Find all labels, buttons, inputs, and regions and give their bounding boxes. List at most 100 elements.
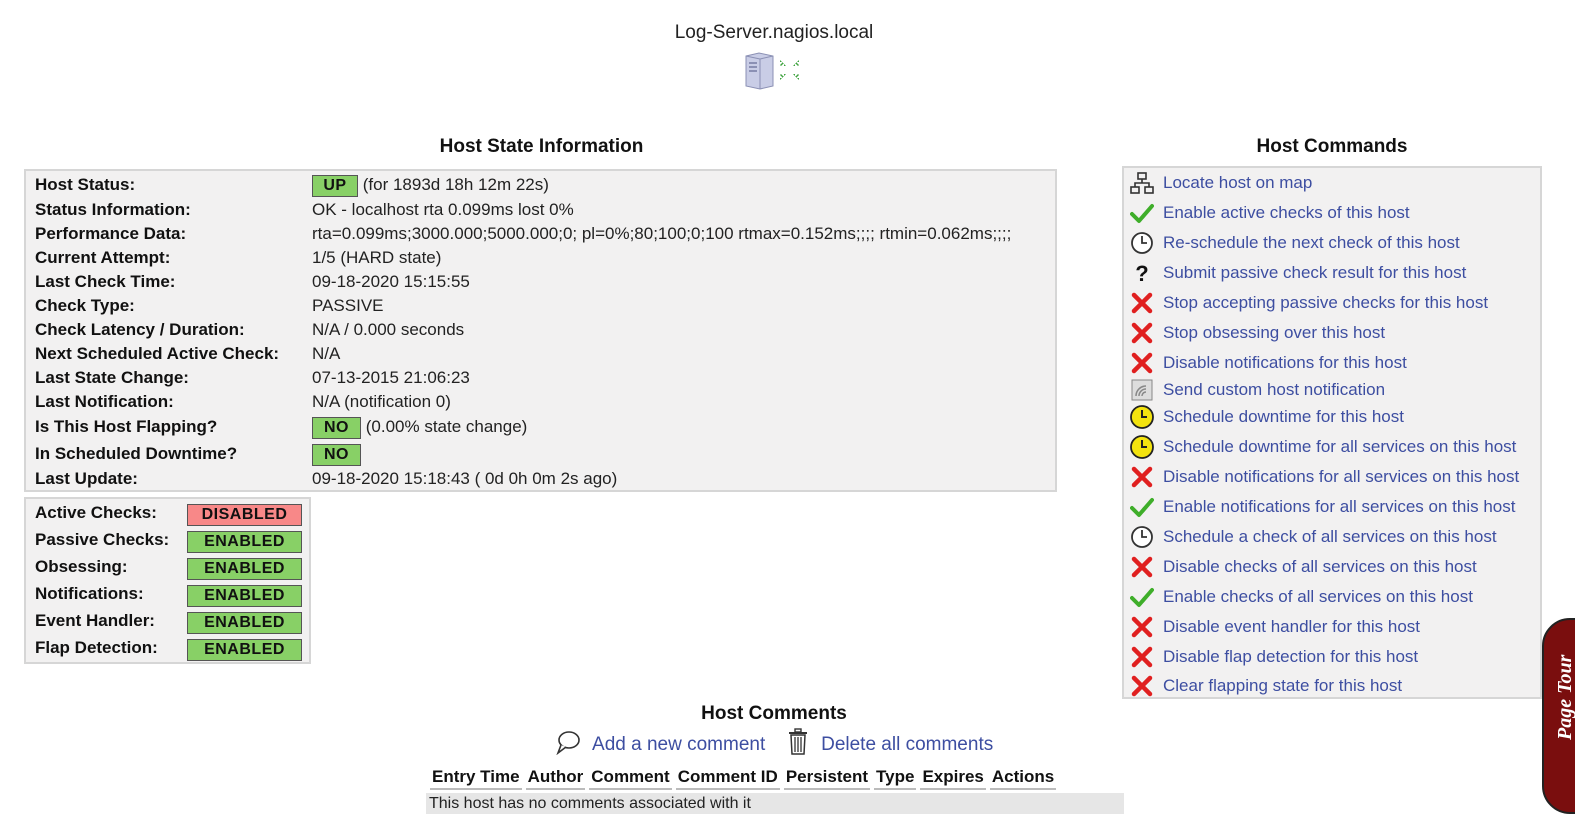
- feature-label: Flap Detection:: [35, 638, 158, 657]
- state-value: (for 1893d 18h 12m 22s): [362, 175, 549, 194]
- server-icon: [743, 50, 805, 95]
- command-enable-notifications-all-services[interactable]: Enable notifications for all services on…: [1129, 493, 1539, 521]
- command-link[interactable]: Stop accepting passive checks for this h…: [1163, 293, 1488, 313]
- feature-row-passive-checks: Passive Checks: ENABLED: [35, 529, 305, 553]
- feature-row-active-checks: Active Checks: DISABLED: [35, 502, 305, 526]
- page-tour-label: Page Tour: [1554, 654, 1575, 740]
- column-header: Comment: [589, 765, 672, 790]
- clock-icon: [1129, 230, 1155, 256]
- map-icon: [1129, 170, 1155, 196]
- column-header: Comment ID: [675, 765, 780, 790]
- add-comment-link[interactable]: Add a new comment: [592, 734, 765, 755]
- status-badge: ENABLED: [187, 531, 302, 553]
- command-link[interactable]: Schedule a check of all services on this…: [1163, 527, 1497, 547]
- feature-label: Obsessing:: [35, 557, 128, 576]
- command-link[interactable]: Schedule downtime for this host: [1163, 407, 1404, 427]
- state-value: PASSIVE: [312, 296, 384, 315]
- status-badge: DISABLED: [187, 504, 302, 526]
- cross-icon: [1129, 554, 1155, 580]
- feature-label: Event Handler:: [35, 611, 155, 630]
- downtime-badge: NO: [312, 444, 361, 466]
- comment-actions: Add a new comment Delete all comments: [0, 728, 1548, 762]
- command-submit-passive-result[interactable]: ? Submit passive check result for this h…: [1129, 259, 1539, 287]
- delete-all-comments-link[interactable]: Delete all comments: [821, 734, 993, 755]
- state-label: In Scheduled Downtime?: [35, 444, 238, 463]
- cross-icon: [1129, 464, 1155, 490]
- state-label: Is This Host Flapping?: [35, 417, 218, 436]
- column-header: Author: [525, 765, 586, 790]
- command-link[interactable]: Disable flap detection for this host: [1163, 647, 1418, 667]
- command-schedule-downtime[interactable]: Schedule downtime for this host: [1129, 403, 1539, 431]
- command-link[interactable]: Clear flapping state for this host: [1163, 676, 1402, 696]
- command-link[interactable]: Send custom host notification: [1163, 380, 1385, 400]
- command-send-custom-notification[interactable]: Send custom host notification: [1129, 376, 1539, 404]
- command-locate-host[interactable]: Locate host on map: [1129, 169, 1539, 197]
- feature-row-notifications: Notifications: ENABLED: [35, 583, 305, 607]
- command-link[interactable]: Enable active checks of this host: [1163, 203, 1410, 223]
- feature-label: Active Checks:: [35, 503, 157, 522]
- command-link[interactable]: Disable notifications for all services o…: [1163, 467, 1519, 487]
- command-stop-passive-checks[interactable]: Stop accepting passive checks for this h…: [1129, 289, 1539, 317]
- downtime-clock-icon: [1129, 404, 1155, 430]
- checkmark-icon: [1129, 200, 1155, 226]
- command-link[interactable]: Submit passive check result for this hos…: [1163, 263, 1466, 283]
- page-tour-button[interactable]: Page Tour: [1542, 618, 1575, 814]
- command-link[interactable]: Disable notifications for this host: [1163, 353, 1407, 373]
- command-link[interactable]: Enable notifications for all services on…: [1163, 497, 1515, 517]
- checkmark-icon: [1129, 494, 1155, 520]
- state-value: 09-18-2020 15:18:43 ( 0d 0h 0m 2s ago): [312, 469, 618, 488]
- command-enable-checks-all-services[interactable]: Enable checks of all services on this ho…: [1129, 583, 1539, 611]
- state-label: Performance Data:: [35, 224, 187, 243]
- command-disable-checks-all-services[interactable]: Disable checks of all services on this h…: [1129, 553, 1539, 581]
- notification-icon: [1129, 377, 1155, 403]
- checkmark-icon: [1129, 584, 1155, 610]
- cross-icon: [1129, 614, 1155, 640]
- host-commands-title: Host Commands: [1256, 136, 1408, 157]
- host-header: Log-Server.nagios.local: [0, 22, 1548, 95]
- state-label: Last Check Time:: [35, 272, 176, 291]
- command-schedule-check-all-services[interactable]: Schedule a check of all services on this…: [1129, 523, 1539, 551]
- comments-table: Entry Time Author Comment Comment ID Per…: [426, 765, 1060, 790]
- column-header: Expires: [920, 765, 986, 790]
- command-clear-flapping-state[interactable]: Clear flapping state for this host: [1129, 672, 1539, 700]
- comment-bubble-icon: [555, 729, 581, 761]
- state-label: Last Update:: [35, 469, 138, 488]
- state-label: Host Status:: [35, 175, 136, 194]
- question-icon: ?: [1129, 260, 1155, 286]
- state-value: N/A: [312, 344, 341, 363]
- command-disable-notifications[interactable]: Disable notifications for this host: [1129, 349, 1539, 377]
- command-link[interactable]: Disable checks of all services on this h…: [1163, 557, 1477, 577]
- command-link[interactable]: Schedule downtime for all services on th…: [1163, 437, 1516, 457]
- column-header: Entry Time: [430, 765, 522, 790]
- command-enable-active-checks[interactable]: Enable active checks of this host: [1129, 199, 1539, 227]
- command-disable-notifications-all-services[interactable]: Disable notifications for all services o…: [1129, 463, 1539, 491]
- status-badge: ENABLED: [187, 558, 302, 580]
- host-features-table: Active Checks: DISABLED Passive Checks: …: [24, 497, 311, 664]
- command-link[interactable]: Locate host on map: [1163, 173, 1312, 193]
- empty-comments-message: This host has no comments associated wit…: [426, 793, 1124, 814]
- feature-row-event-handler: Event Handler: ENABLED: [35, 610, 305, 634]
- command-link[interactable]: Stop obsessing over this host: [1163, 323, 1385, 343]
- command-link[interactable]: Enable checks of all services on this ho…: [1163, 587, 1473, 607]
- command-link[interactable]: Disable event handler for this host: [1163, 617, 1420, 637]
- command-stop-obsessing[interactable]: Stop obsessing over this host: [1129, 319, 1539, 347]
- command-disable-flap-detection[interactable]: Disable flap detection for this host: [1129, 643, 1539, 671]
- host-name: Log-Server.nagios.local: [674, 22, 874, 43]
- status-badge: ENABLED: [187, 585, 302, 607]
- state-info-title: Host State Information: [439, 136, 644, 157]
- column-header: Actions: [989, 765, 1057, 790]
- command-reschedule-check[interactable]: Re-schedule the next check of this host: [1129, 229, 1539, 257]
- state-label: Next Scheduled Active Check:: [35, 344, 280, 363]
- state-label: Last Notification:: [35, 392, 174, 411]
- command-link[interactable]: Re-schedule the next check of this host: [1163, 233, 1460, 253]
- command-schedule-downtime-all-services[interactable]: Schedule downtime for all services on th…: [1129, 433, 1539, 461]
- cross-icon: [1129, 290, 1155, 316]
- state-label: Check Latency / Duration:: [35, 320, 245, 339]
- svg-text:?: ?: [1135, 261, 1148, 285]
- feature-row-flap-detection: Flap Detection: ENABLED: [35, 637, 305, 661]
- state-label: Check Type:: [35, 296, 135, 315]
- host-state-table: Host Status: UP (for 1893d 18h 12m 22s) …: [24, 169, 1057, 492]
- command-disable-event-handler[interactable]: Disable event handler for this host: [1129, 613, 1539, 641]
- state-value: N/A / 0.000 seconds: [312, 320, 465, 339]
- host-comments-title: Host Comments: [701, 703, 847, 724]
